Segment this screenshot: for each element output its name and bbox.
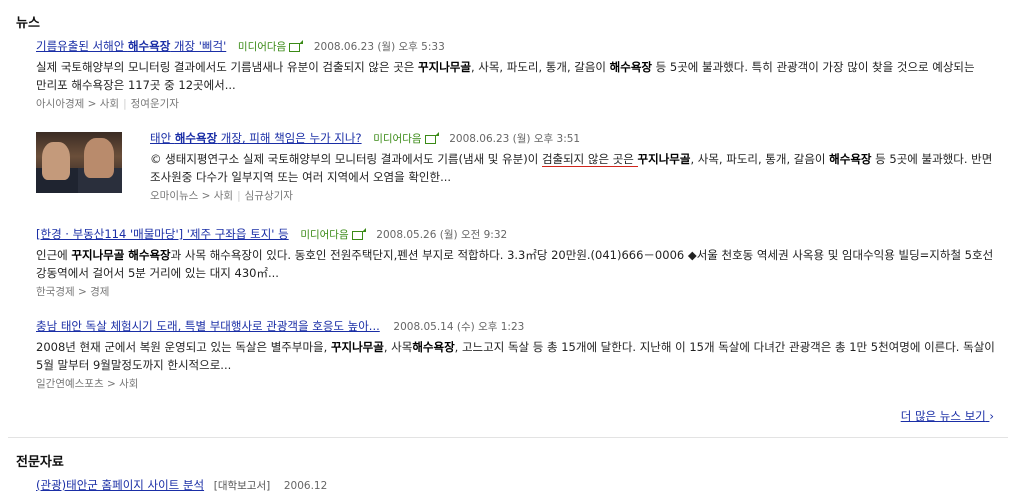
news-thumbnail[interactable] [36, 132, 122, 193]
news-date: 2008.05.26 (월) 오전 9:32 [376, 229, 508, 241]
expert-item-tag: [대학보고서] [213, 480, 271, 492]
news-snippet: 실제 국토해양부의 모니터링 결과에서도 기름냄새나 유분이 검출되지 않은 곳… [36, 60, 975, 92]
news-snippet: 2008년 현재 군에서 복원 운영되고 있는 독살은 별주부마을, 꾸지나무골… [36, 340, 995, 372]
media-daum-link[interactable]: 미디어다음 [373, 131, 439, 147]
news-item: 충남 태안 독살 체험시기 도래, 특별 부대행사로 관광객을 호응도 높아..… [36, 318, 1001, 391]
more-news-link[interactable]: 더 많은 뉴스 보기 › [901, 408, 994, 424]
news-section-title: 뉴스 [16, 16, 40, 31]
news-snippet: © 생태지평연구소 실제 국토해양부의 모니터링 결과에서도 기름(냄새 및 유… [150, 152, 993, 184]
news-date: 2008.06.23 (월) 오후 5:33 [313, 41, 445, 53]
news-source: 아시아경제 > 사회 | 정여운기자 [36, 98, 179, 110]
external-link-icon [424, 131, 439, 144]
media-daum-link[interactable]: 미디어다음 [300, 227, 366, 243]
expert-item: (관광)태안군 홈페이지 사이트 분석 [대학보고서] 2006.12 [36, 477, 1001, 494]
news-source: 일간연예스포츠 > 사회 [36, 378, 139, 390]
external-link-icon [289, 39, 304, 52]
news-item: 기름유출된 서해안 해수욕장 개장 '삐걱' 미디어다음 2008.06.23 … [36, 38, 1001, 111]
chevron-right-icon: › [989, 409, 994, 423]
section-divider [8, 437, 1008, 438]
news-date: 2008.06.23 (월) 오후 3:51 [449, 133, 581, 145]
news-item: [한경 · 부동산114 '매물마당'] '제주 구좌읍 토지' 등 미디어다음… [36, 226, 1001, 299]
news-source: 한국경제 > 경제 [36, 286, 110, 298]
expert-item-date: 2006.12 [283, 480, 328, 492]
news-date: 2008.05.14 (수) 오후 1:23 [393, 321, 525, 333]
expert-section-title: 전문자료 [16, 455, 64, 470]
media-daum-link[interactable]: 미디어다음 [238, 39, 304, 55]
news-headline-link[interactable]: 태안 해수욕장 개장, 피해 책임은 누가 지나? [150, 131, 362, 145]
news-headline-link[interactable]: [한경 · 부동산114 '매물마당'] '제주 구좌읍 토지' 등 [36, 227, 289, 241]
external-link-icon [351, 227, 366, 240]
news-snippet: 인근에 꾸지나무골 해수욕장과 사목 해수욕장이 있다. 동호인 전원주택단지,… [36, 248, 994, 280]
expert-item-link[interactable]: (관광)태안군 홈페이지 사이트 분석 [36, 478, 204, 492]
news-headline-link[interactable]: 기름유출된 서해안 해수욕장 개장 '삐걱' [36, 39, 226, 53]
news-item: 태안 해수욕장 개장, 피해 책임은 누가 지나? 미디어다음 2008.06.… [150, 130, 1000, 203]
news-headline-link[interactable]: 충남 태안 독살 체험시기 도래, 특별 부대행사로 관광객을 호응도 높아..… [36, 319, 380, 333]
news-source: 오마이뉴스 > 사회 | 심규상기자 [150, 190, 293, 202]
